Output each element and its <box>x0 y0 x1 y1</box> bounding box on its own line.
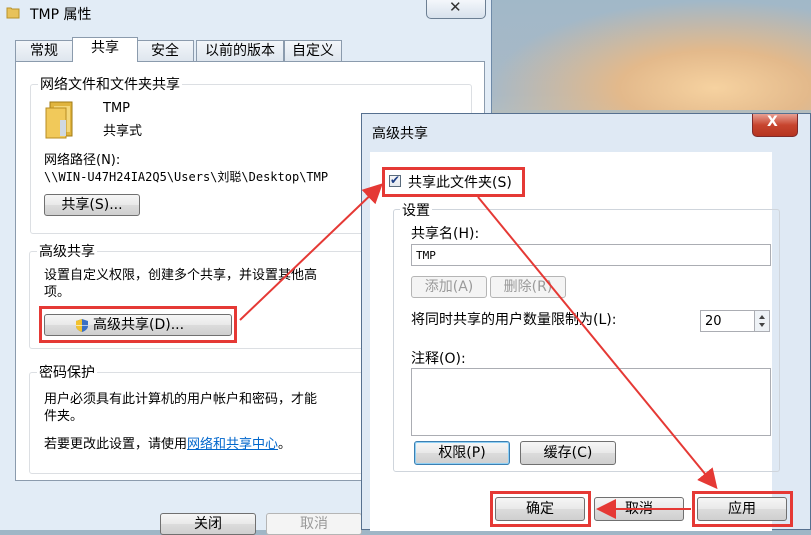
annotation-arrows <box>239 183 718 519</box>
arrow-to-checkbox <box>239 183 383 321</box>
tab-sharing[interactable]: 共享 <box>72 37 138 62</box>
arrow-to-apply <box>477 196 718 490</box>
